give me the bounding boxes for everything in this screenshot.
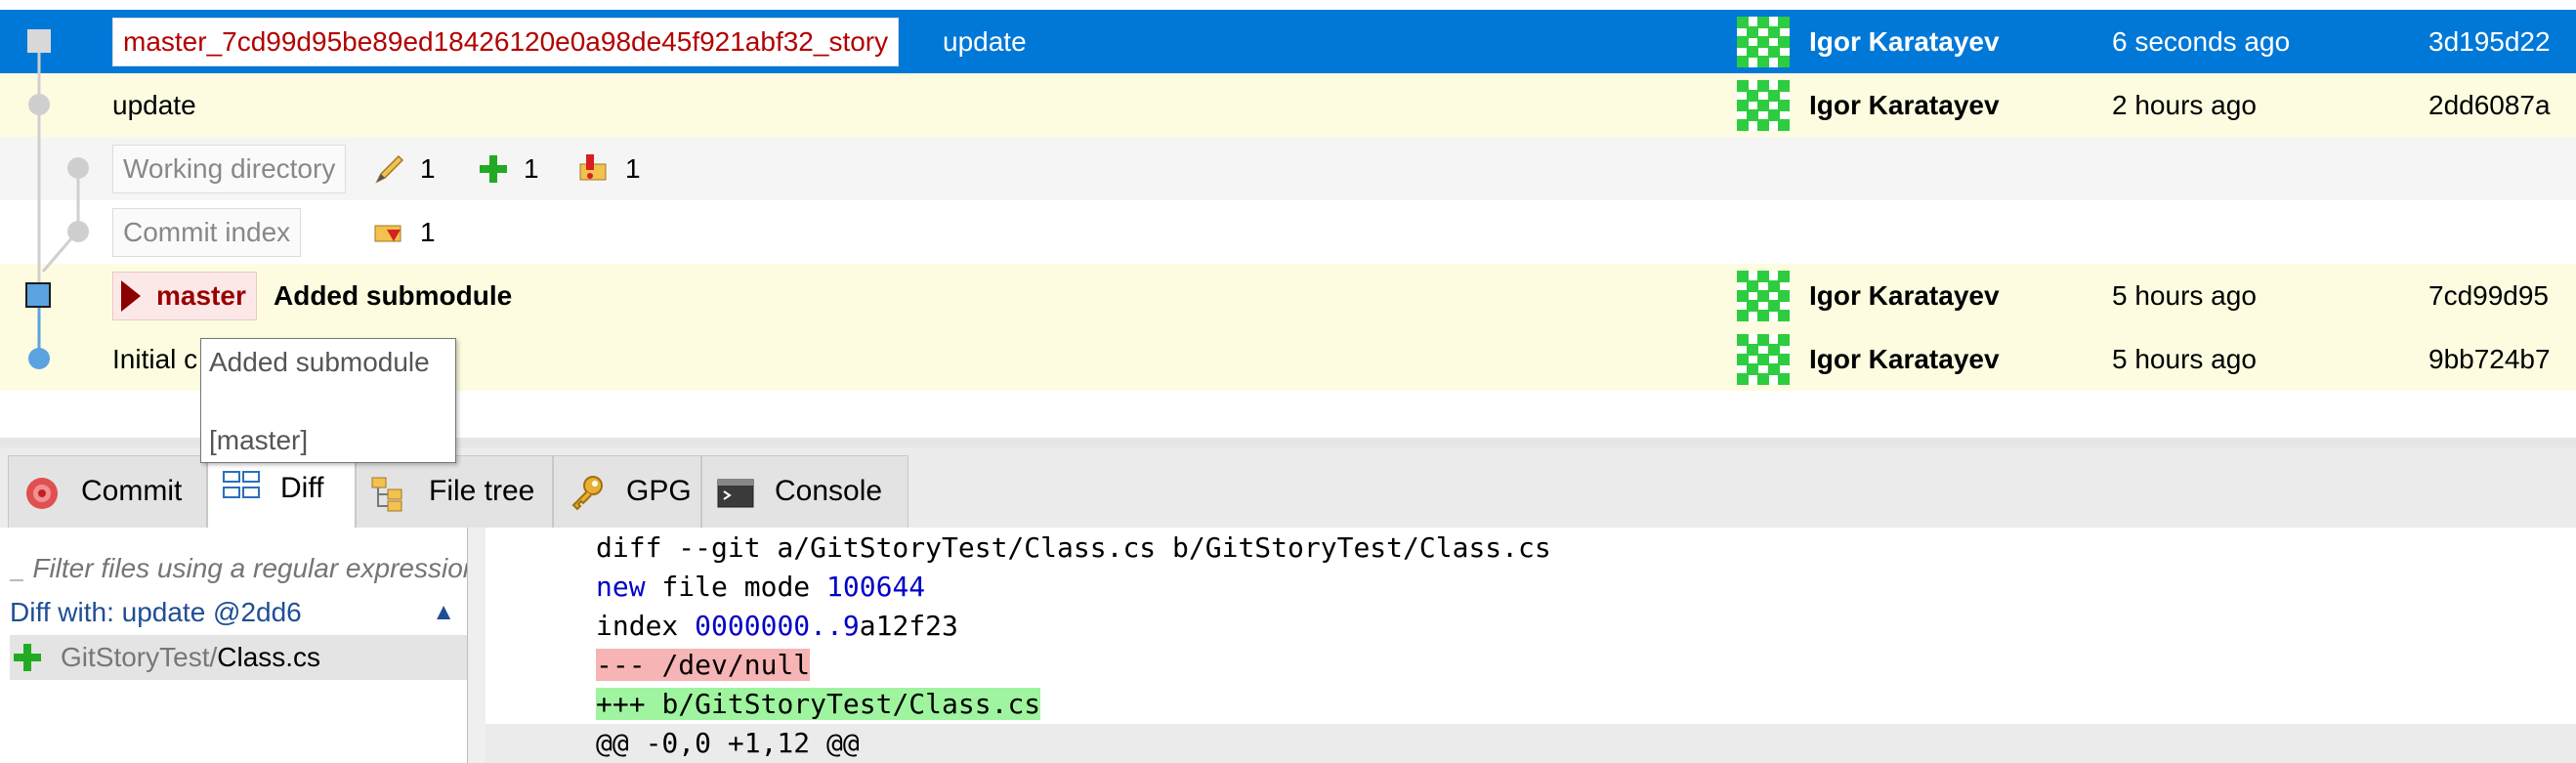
diff-line: new file mode 100644 bbox=[596, 568, 925, 607]
commit-graph bbox=[37, 39, 80, 360]
diff-line-added: +++ b/GitStoryTest/Class.cs bbox=[596, 685, 1041, 724]
branch-label[interactable]: master_7cd99d95be89ed18426120e0a98de45f9… bbox=[112, 18, 900, 66]
commit-hash: 9bb724b7 bbox=[2428, 344, 2551, 374]
working-directory-label[interactable]: Working directory bbox=[112, 145, 347, 193]
commit-author: Igor Karatayev bbox=[1809, 90, 2000, 120]
conflict-count: 1 bbox=[625, 153, 641, 184]
branch-name: master bbox=[156, 280, 246, 311]
commit-index-label[interactable]: Commit index bbox=[112, 208, 302, 257]
commit-author: Igor Karatayev bbox=[1809, 26, 2000, 57]
pencil-icon bbox=[375, 154, 404, 184]
tab-label: File tree bbox=[429, 475, 535, 507]
diff-keyword: new bbox=[596, 571, 646, 603]
commit-hash: 3d195d22 bbox=[2428, 26, 2551, 57]
staged-count: 1 bbox=[420, 217, 436, 247]
working-directory-row[interactable]: Working directory 1 1 1 bbox=[0, 137, 2576, 200]
diff-number: 100644 bbox=[826, 571, 926, 603]
commit-hash: 2dd6087a bbox=[2428, 90, 2551, 120]
diff-text: a12f23 bbox=[859, 610, 958, 642]
commit-row[interactable]: master_7cd99d95be89ed18426120e0a98de45f9… bbox=[0, 10, 2576, 73]
commit-author: Igor Karatayev bbox=[1809, 344, 2000, 374]
file-list-panel: Diff with: update @2dd6 ▲ GitStoryTest/C… bbox=[0, 528, 469, 763]
vertical-splitter[interactable] bbox=[467, 528, 486, 763]
avatar bbox=[1737, 17, 1790, 67]
diff-keyword: index bbox=[596, 610, 679, 642]
tab-file-tree[interactable]: File tree bbox=[356, 455, 553, 529]
diff-view[interactable]: diff --git a/GitStoryTest/Class.cs b/Git… bbox=[486, 528, 2576, 763]
diff-icon bbox=[223, 471, 260, 498]
diff-line-removed: --- /dev/null bbox=[596, 646, 811, 685]
tooltip-refs: [master] bbox=[209, 425, 309, 455]
commit-row[interactable]: master Added submodule Igor Karatayev 5 … bbox=[0, 264, 2576, 327]
tooltip-message: Added submodule bbox=[209, 347, 430, 377]
commit-message: Initial c bbox=[112, 344, 198, 374]
chevron-up-icon[interactable]: ▲ bbox=[432, 590, 455, 635]
diff-line: diff --git a/GitStoryTest/Class.cs b/Git… bbox=[596, 531, 1551, 564]
diff-path: /dev/null bbox=[661, 649, 811, 681]
commit-node bbox=[67, 157, 89, 179]
file-list-item[interactable]: GitStoryTest/Class.cs bbox=[10, 635, 467, 680]
tab-label: GPG bbox=[626, 475, 692, 507]
commit-message: update bbox=[112, 90, 196, 120]
commit-date: 2 hours ago bbox=[2112, 90, 2257, 120]
file-tree-icon bbox=[371, 477, 402, 512]
commit-node bbox=[28, 348, 50, 369]
conflict-icon bbox=[579, 154, 607, 181]
diff-with-label: Diff with: update @2dd6 bbox=[10, 597, 302, 627]
commit-node bbox=[67, 221, 89, 242]
commit-index-row[interactable]: Commit index 1 bbox=[0, 200, 2576, 264]
filter-input[interactable] bbox=[10, 547, 469, 590]
commit-date: 6 seconds ago bbox=[2112, 26, 2291, 57]
added-count: 1 bbox=[524, 153, 539, 184]
commit-date: 5 hours ago bbox=[2112, 280, 2257, 311]
diff-path: b/GitStoryTest/Class.cs bbox=[661, 688, 1041, 720]
commit-message: update bbox=[943, 26, 1027, 57]
commit-node bbox=[25, 282, 51, 308]
modified-count: 1 bbox=[420, 153, 436, 184]
diff-text bbox=[678, 610, 695, 642]
diff-line: index 0000000..9a12f23 bbox=[596, 607, 958, 646]
staged-icon bbox=[374, 225, 401, 242]
commit-row[interactable]: update Igor Karatayev 2 hours ago 2dd608… bbox=[0, 73, 2576, 137]
diff-text: file mode bbox=[645, 571, 827, 603]
commit-tooltip: Added submodule [master] bbox=[200, 338, 456, 463]
diff-prefix: +++ bbox=[596, 688, 662, 720]
commit-author: Igor Karatayev bbox=[1809, 280, 2000, 311]
added-file-icon bbox=[14, 644, 41, 671]
commit-node bbox=[28, 94, 50, 115]
avatar bbox=[1737, 271, 1790, 321]
plus-icon bbox=[480, 155, 507, 183]
commit-hash: 7cd99d95 bbox=[2428, 280, 2550, 311]
commit-message: Added submodule bbox=[274, 280, 513, 311]
tab-gpg[interactable]: GPG bbox=[553, 455, 701, 529]
avatar bbox=[1737, 334, 1790, 385]
tab-label: Commit bbox=[81, 475, 183, 507]
branch-label[interactable]: master bbox=[112, 272, 257, 320]
console-icon bbox=[717, 479, 754, 508]
file-dir: GitStoryTest/ bbox=[61, 642, 218, 672]
tab-console[interactable]: Console bbox=[701, 455, 908, 529]
diff-number: 0000000..9 bbox=[695, 610, 860, 642]
branch-icon bbox=[121, 280, 141, 312]
commit-icon bbox=[26, 478, 58, 509]
key-icon bbox=[571, 476, 603, 511]
diff-hunk-header: @@ -0,0 +1,12 @@ bbox=[596, 727, 860, 759]
revision-grid[interactable]: master_7cd99d95be89ed18426120e0a98de45f9… bbox=[0, 0, 2576, 463]
tab-commit[interactable]: Commit bbox=[8, 455, 207, 529]
commit-node bbox=[27, 29, 51, 53]
file-name: Class.cs bbox=[217, 642, 321, 672]
file-path: GitStoryTest/Class.cs bbox=[61, 635, 320, 680]
diff-prefix: --- bbox=[596, 649, 662, 681]
tab-label: Console bbox=[775, 475, 883, 507]
commit-date: 5 hours ago bbox=[2112, 344, 2257, 374]
diff-with-header[interactable]: Diff with: update @2dd6 ▲ bbox=[10, 590, 459, 635]
avatar bbox=[1737, 80, 1790, 131]
